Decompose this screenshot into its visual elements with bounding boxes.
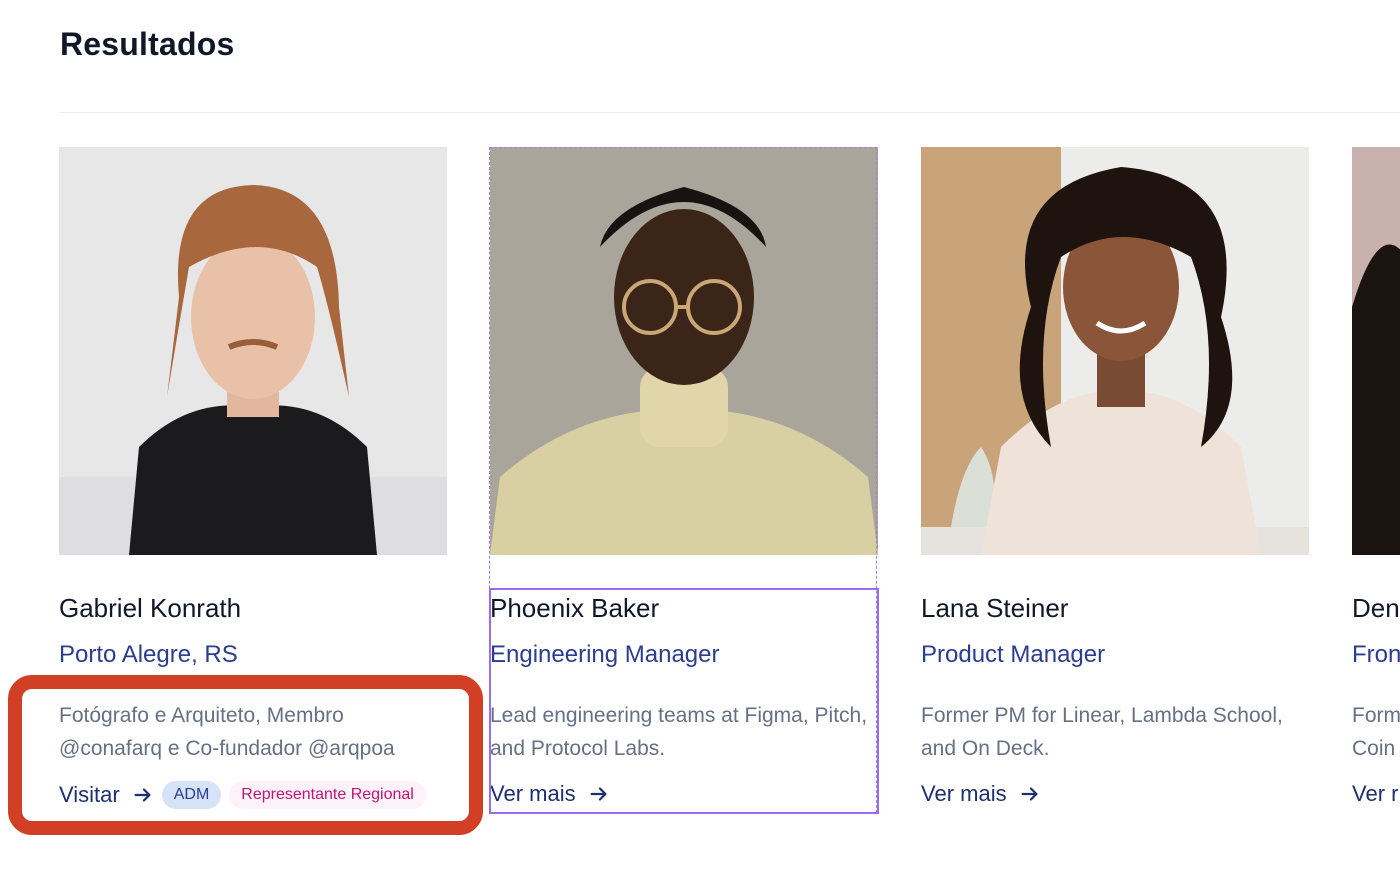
- profile-bio: Lead engineering teams at Figma, Pitch, …: [490, 704, 868, 760]
- profile-photo: [59, 147, 447, 555]
- profile-bio: Fotógrafo e Arquiteto, Membro @conafarq …: [59, 704, 395, 760]
- profile-bio: Former PM for Linear, Lambda School, and…: [921, 704, 1283, 760]
- arrow-right-icon: [134, 788, 151, 802]
- profile-role: Fron: [1352, 641, 1400, 668]
- arrow-right-icon: [1021, 787, 1038, 801]
- see-more-link[interactable]: Ver r: [1352, 781, 1398, 807]
- arrow-right-icon: [590, 787, 607, 801]
- profile-bio-line: Form: [1352, 704, 1400, 727]
- profile-bio-line: Coin: [1352, 737, 1396, 760]
- visit-link-label: Visitar: [59, 782, 120, 807]
- profile-name: Den: [1352, 593, 1400, 623]
- profile-photo: [921, 147, 1309, 555]
- profile-name: Phoenix Baker: [490, 593, 660, 623]
- profile-card: Lana Steiner Product Manager Former PM f…: [921, 147, 1309, 806]
- profile-role: Engineering Manager: [490, 641, 720, 668]
- visit-link[interactable]: Visitar: [59, 782, 154, 808]
- see-more-label: Ver mais: [921, 781, 1007, 806]
- header-divider: [59, 112, 1400, 113]
- profile-card: Phoenix Baker Engineering Manager Lead e…: [490, 147, 878, 806]
- profile-actions: Ver mais: [921, 781, 1041, 807]
- page-title: Resultados: [60, 26, 235, 62]
- see-more-link[interactable]: Ver mais: [921, 781, 1041, 807]
- profile-role: Product Manager: [921, 641, 1106, 668]
- profile-actions: Ver r: [1352, 781, 1398, 807]
- profile-card: Gabriel Konrath Porto Alegre, RS Fotógra…: [59, 147, 447, 809]
- profile-actions: Ver mais: [490, 781, 610, 807]
- profile-location: Porto Alegre, RS: [59, 641, 238, 668]
- adm-badge: ADM: [161, 781, 222, 809]
- results-page: Resultados Gabriel Konrath Porto Alegre,…: [0, 0, 1400, 878]
- profile-card: Den Fron Form Coin Ver r: [1352, 147, 1400, 806]
- see-more-link[interactable]: Ver mais: [490, 781, 610, 807]
- profile-name: Gabriel Konrath: [59, 593, 242, 623]
- profile-photo: [1352, 147, 1400, 555]
- profile-actions: Visitar ADM Representante Regional: [59, 781, 426, 809]
- profile-name: Lana Steiner: [921, 593, 1069, 623]
- regional-rep-badge: Representante Regional: [229, 781, 426, 809]
- profile-bio: Form Coin: [1352, 699, 1400, 765]
- see-more-label: Ver mais: [490, 781, 576, 806]
- see-more-label: Ver r: [1352, 781, 1399, 806]
- profile-photo: [490, 147, 878, 555]
